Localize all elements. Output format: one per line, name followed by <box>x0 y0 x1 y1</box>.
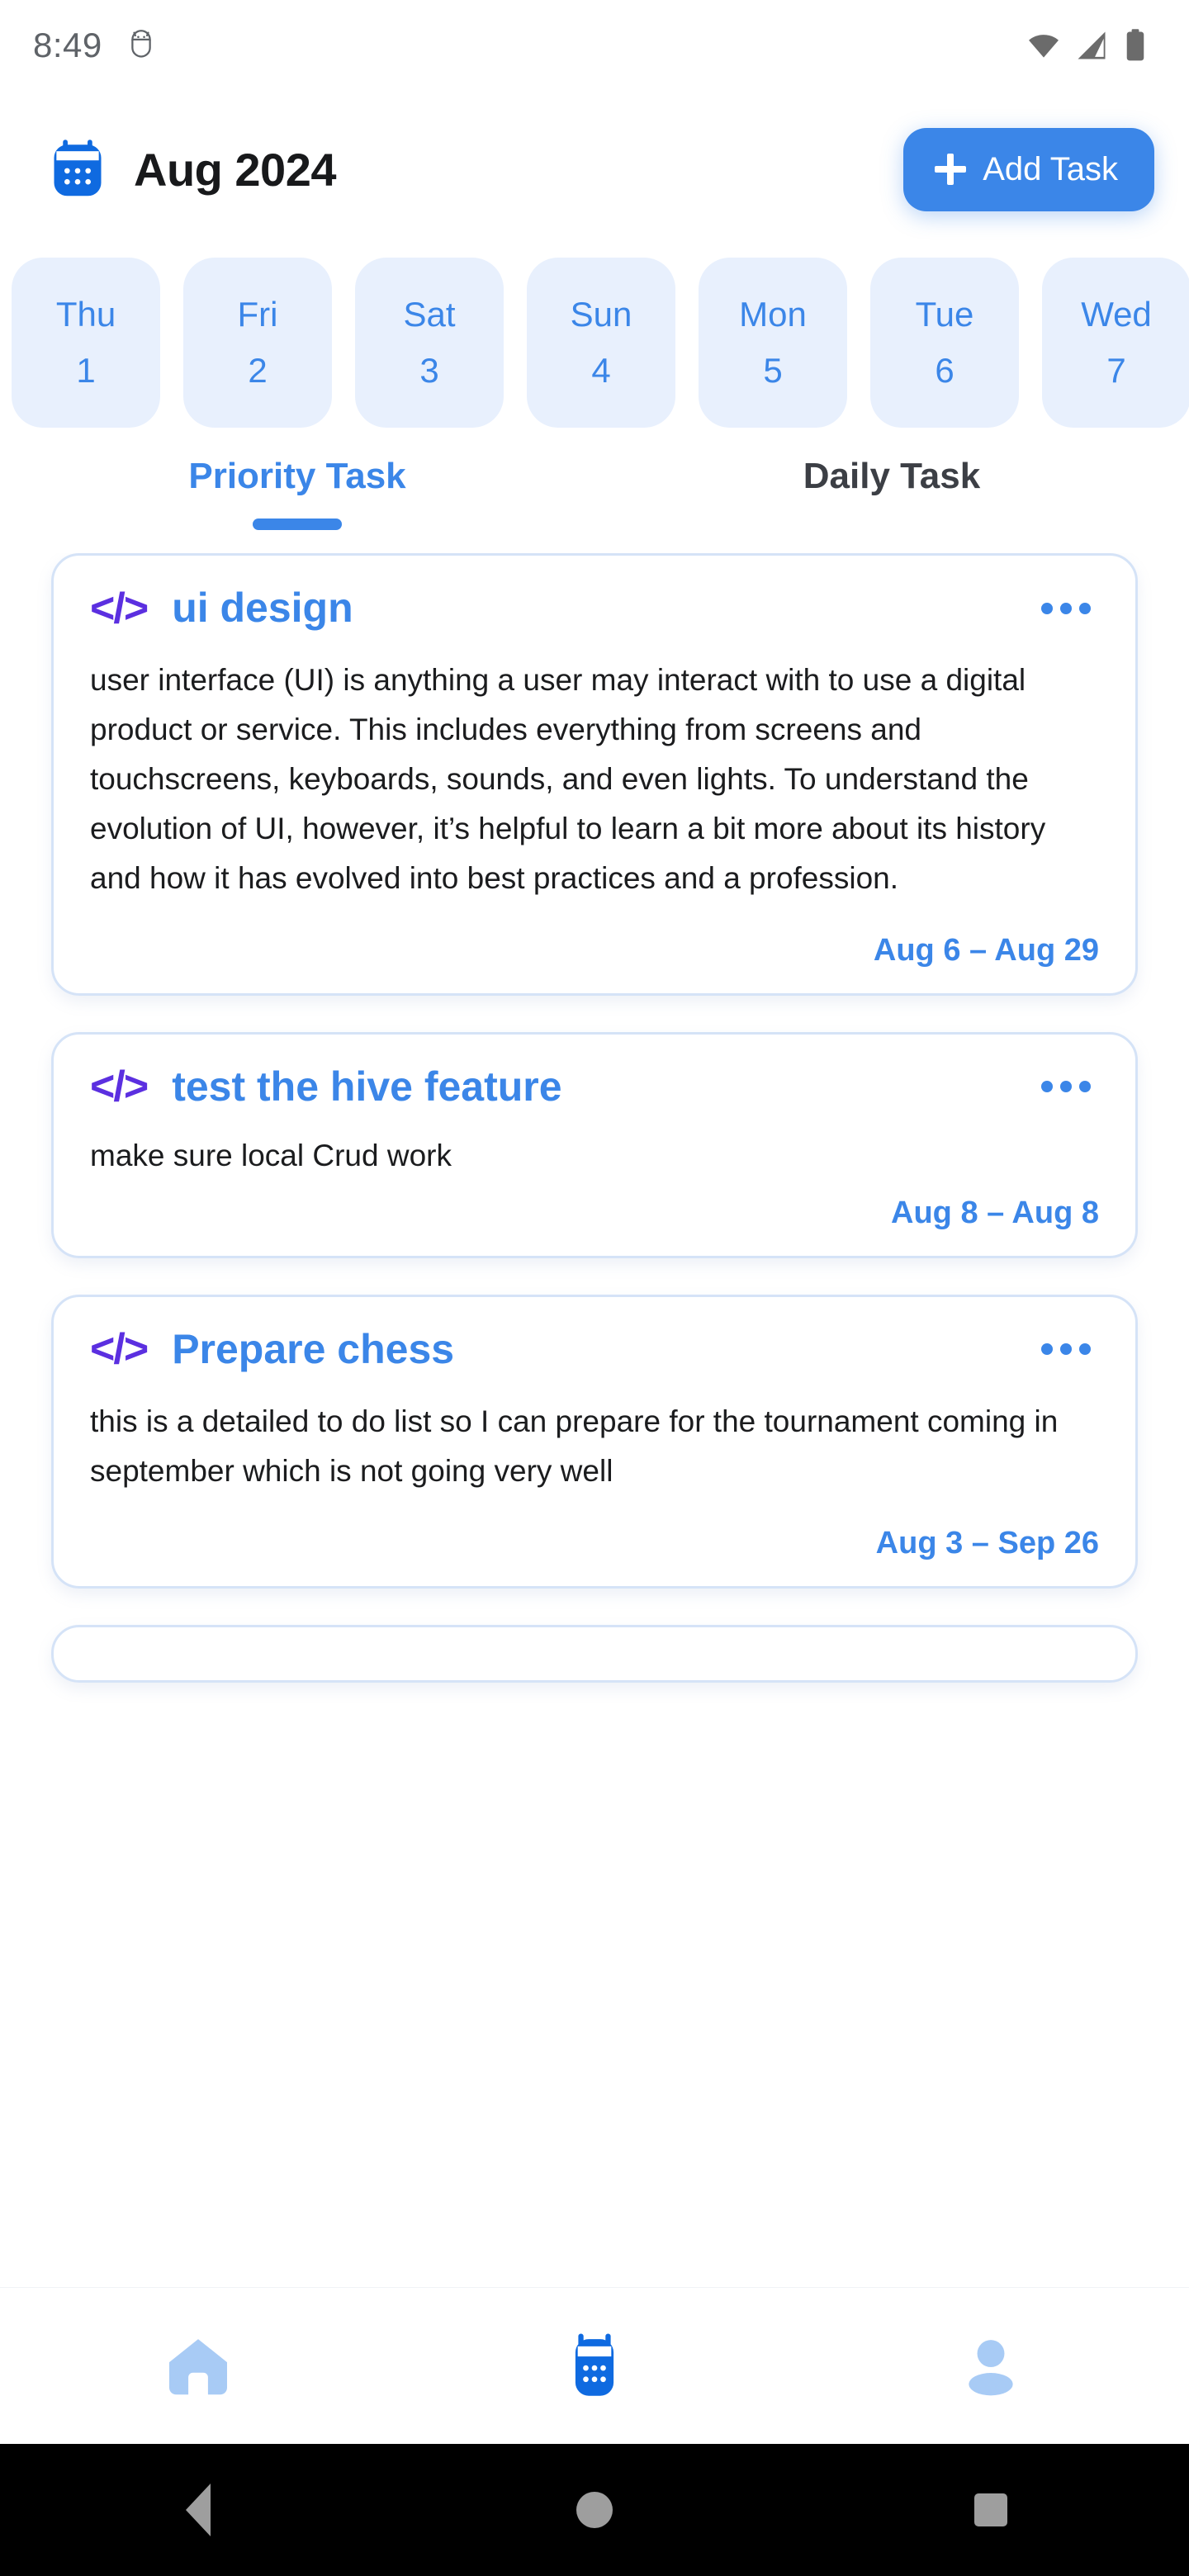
app-header: Aug 2024 Add Task <box>0 91 1189 248</box>
add-task-button[interactable]: Add Task <box>903 127 1154 211</box>
date-chip-num: 4 <box>591 351 611 390</box>
more-options-icon[interactable] <box>1033 1069 1099 1104</box>
date-chip-num: 5 <box>763 351 783 390</box>
tab-label: Daily Task <box>803 456 981 496</box>
plus-icon <box>935 154 967 185</box>
task-title: test the hive feature <box>172 1063 562 1110</box>
date-chip-fri-2[interactable]: Fri 2 <box>183 258 332 428</box>
date-chip-dow: Fri <box>237 295 278 334</box>
date-chip-sat-3[interactable]: Sat 3 <box>355 258 504 428</box>
calendar-icon <box>575 2332 614 2396</box>
task-description: user interface (UI) is anything a user m… <box>90 663 1046 895</box>
code-icon: </> <box>90 1325 149 1374</box>
status-bar: 8:49 <box>0 0 1189 91</box>
date-chip-dow: Thu <box>55 295 116 334</box>
android-recents-button[interactable] <box>793 2493 1189 2526</box>
task-list[interactable]: </> ui design user interface (UI) is any… <box>0 553 1189 2287</box>
android-back-button[interactable] <box>0 2484 396 2536</box>
home-circle-icon <box>576 2492 613 2528</box>
task-title: Prepare chess <box>172 1325 455 1372</box>
cellular-signal-icon <box>1078 31 1106 59</box>
tab-priority-task[interactable]: Priority Task <box>0 456 594 530</box>
date-strip[interactable]: Thu 1 Fri 2 Sat 3 Sun 4 Mon 5 Tue 6 Wed … <box>0 248 1189 438</box>
task-date-range: Aug 3 – Sep 26 <box>875 1525 1099 1560</box>
task-card-header: </> ui design <box>90 585 1099 631</box>
android-home-button[interactable] <box>396 2492 793 2528</box>
date-chip-dow: Wed <box>1081 295 1152 334</box>
nav-item-calendar[interactable] <box>396 2332 793 2401</box>
tab-label: Priority Task <box>188 456 406 496</box>
date-chip-dow: Sat <box>403 295 456 334</box>
date-chip-num: 3 <box>419 351 439 390</box>
person-icon <box>969 2339 1013 2395</box>
task-type-tabs: Priority Task Daily Task <box>0 438 1189 553</box>
status-bar-left: 8:49 <box>33 28 155 63</box>
task-card[interactable]: </> ui design user interface (UI) is any… <box>51 553 1138 996</box>
android-debug-icon <box>130 30 151 58</box>
task-date-range: Aug 8 – Aug 8 <box>891 1195 1099 1230</box>
more-options-icon[interactable] <box>1033 1332 1099 1366</box>
android-system-nav <box>0 2444 1189 2576</box>
date-chip-num: 7 <box>1106 351 1126 390</box>
calendar-icon <box>54 140 102 197</box>
add-task-label: Add Task <box>983 150 1118 187</box>
tab-active-indicator <box>847 519 936 530</box>
date-chip-wed-7[interactable]: Wed 7 <box>1042 258 1189 428</box>
wifi-icon <box>1029 35 1059 58</box>
more-options-icon[interactable] <box>1033 591 1099 626</box>
date-chip-num: 6 <box>935 351 955 390</box>
header-left: Aug 2024 <box>46 138 337 201</box>
code-icon: </> <box>90 1063 149 1111</box>
date-chip-sun-4[interactable]: Sun 4 <box>527 258 675 428</box>
task-description: make sure local Crud work <box>90 1138 452 1172</box>
status-time: 8:49 <box>33 26 102 64</box>
date-chip-thu-1[interactable]: Thu 1 <box>12 258 160 428</box>
date-chip-dow: Tue <box>915 295 974 334</box>
task-title: ui design <box>172 585 353 631</box>
recents-icon <box>974 2493 1007 2526</box>
task-card[interactable]: </> Prepare chess this is a detailed to … <box>51 1294 1138 1589</box>
home-icon <box>169 2338 227 2394</box>
code-icon: </> <box>90 584 149 632</box>
task-description: this is a detailed to do list so I can p… <box>90 1404 1059 1488</box>
date-chip-dow: Mon <box>739 295 807 334</box>
date-chip-num: 2 <box>248 351 268 390</box>
task-card-header: </> Prepare chess <box>90 1325 1099 1374</box>
task-card-header: </> test the hive feature <box>90 1063 1099 1111</box>
date-chip-tue-6[interactable]: Tue 6 <box>870 258 1019 428</box>
tab-active-indicator <box>253 519 342 530</box>
status-bar-right <box>1026 27 1149 64</box>
date-chip-num: 1 <box>76 351 96 390</box>
task-card-partial[interactable] <box>51 1624 1138 1683</box>
task-date-range: Aug 6 – Aug 29 <box>873 932 1099 968</box>
page-title: Aug 2024 <box>134 143 337 196</box>
nav-item-home[interactable] <box>0 2332 396 2401</box>
nav-item-profile[interactable] <box>793 2332 1189 2401</box>
back-icon <box>186 2484 211 2536</box>
tab-daily-task[interactable]: Daily Task <box>594 456 1189 530</box>
date-chip-dow: Sun <box>570 295 632 334</box>
battery-icon <box>1126 29 1144 61</box>
date-chip-mon-5[interactable]: Mon 5 <box>699 258 847 428</box>
app-screen: 8:49 Aug 2024 Add Task Thu 1 Fri 2 Sat 3… <box>0 0 1189 2576</box>
bottom-navigation <box>0 2287 1189 2444</box>
task-card[interactable]: </> test the hive feature make sure loca… <box>51 1031 1138 1258</box>
